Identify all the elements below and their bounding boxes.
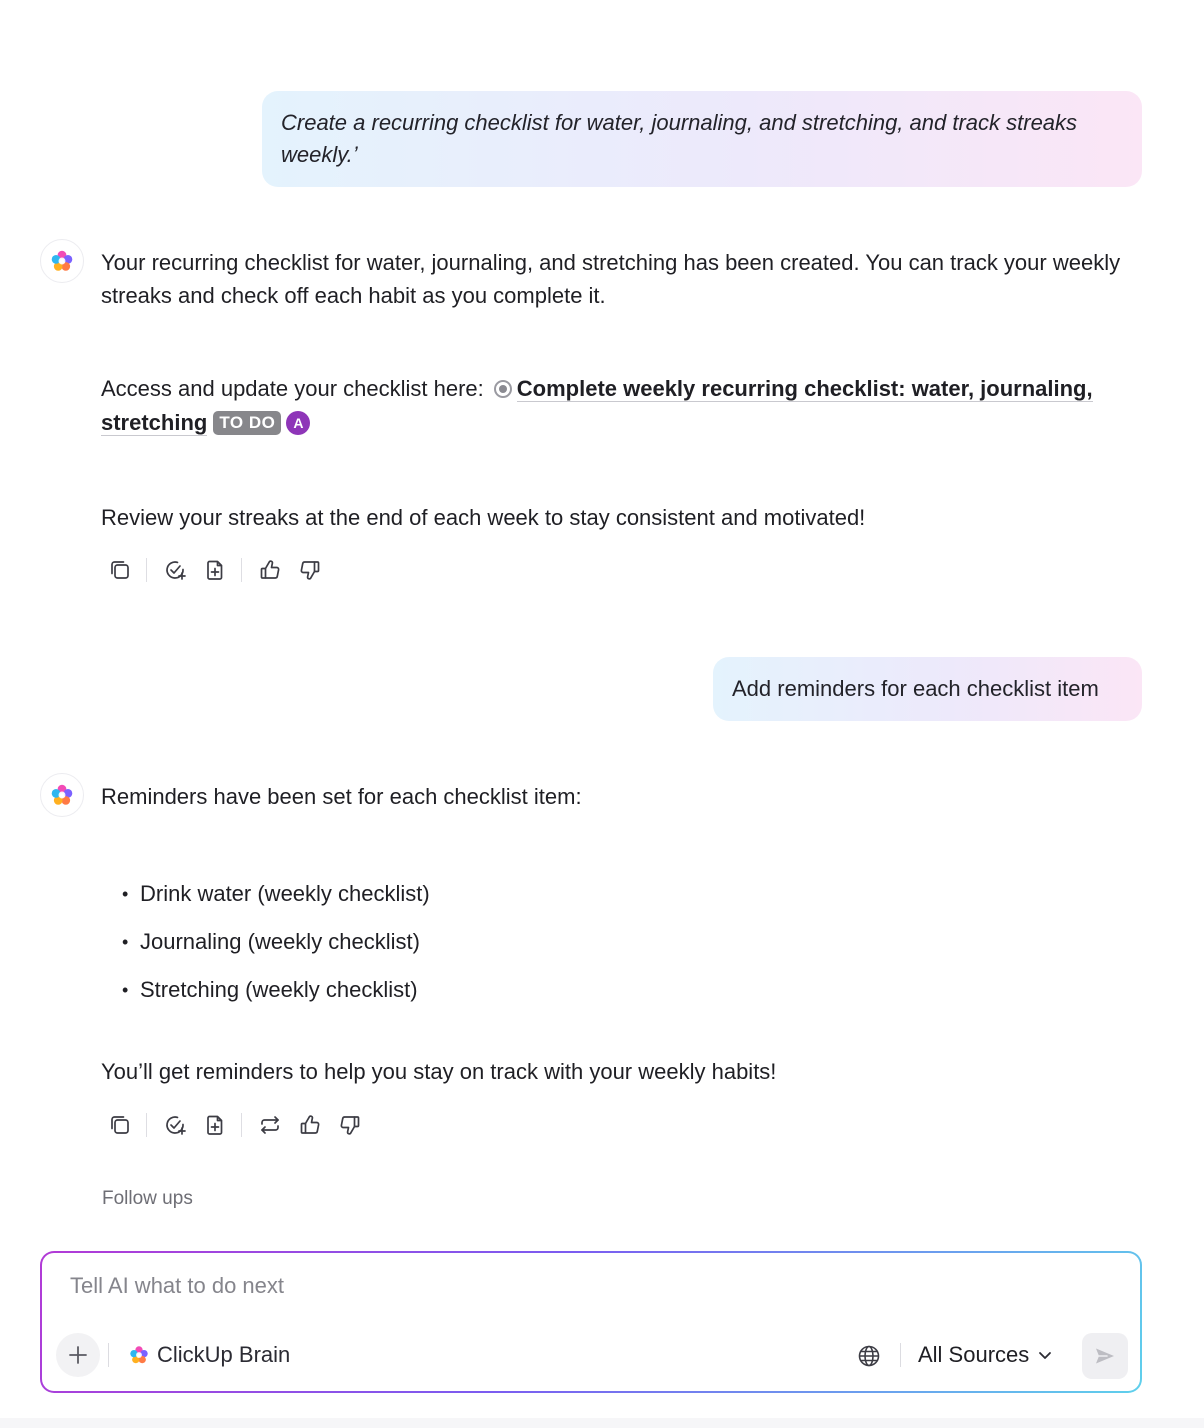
create-task-button[interactable]: [159, 555, 191, 585]
thumbs-up-icon: [298, 1113, 322, 1137]
assignee-avatar[interactable]: A: [286, 411, 311, 435]
task-status-icon: [493, 380, 512, 398]
prompt-input[interactable]: [70, 1273, 770, 1299]
copy-icon: [108, 558, 132, 582]
copy-button[interactable]: [104, 555, 136, 585]
model-label: ClickUp Brain: [157, 1342, 291, 1367]
divider: [146, 1113, 147, 1137]
ai-avatar: [40, 773, 84, 817]
clickup-brain-logo-icon: [49, 248, 75, 274]
ai-message-task-reference: Access and update your checklist here: Co…: [101, 372, 1141, 440]
sources-label: All Sources: [918, 1342, 1030, 1367]
list-item: Drink water (weekly checklist): [122, 870, 430, 918]
sources-dropdown[interactable]: All Sources: [918, 1333, 1053, 1377]
user-message-text: Add reminders for each checklist item: [732, 676, 1099, 701]
thumbs-up-icon: [258, 558, 282, 582]
regenerate-button[interactable]: [254, 1110, 286, 1140]
add-to-doc-button[interactable]: [199, 1110, 231, 1140]
ai-avatar: [40, 239, 84, 283]
user-message: Create a recurring checklist for water, …: [262, 91, 1142, 187]
regenerate-icon: [258, 1113, 282, 1137]
ai-message-intro: Your recurring checklist for water, jour…: [101, 250, 1121, 308]
access-label: Access and update your checklist here:: [101, 376, 484, 401]
add-attachment-button[interactable]: [56, 1333, 100, 1377]
ai-message-closing: Review your streaks at the end of each w…: [101, 505, 866, 530]
message-actions: [104, 1110, 374, 1140]
create-task-icon: [163, 1113, 187, 1137]
list-item: Stretching (weekly checklist): [122, 966, 430, 1014]
add-to-doc-icon: [203, 1113, 227, 1137]
thumbs-up-button[interactable]: [294, 1110, 326, 1140]
plus-icon: [69, 1346, 87, 1364]
divider: [241, 1113, 242, 1137]
bottom-bar: [0, 1418, 1204, 1428]
copy-button[interactable]: [104, 1110, 136, 1140]
model-selector[interactable]: ClickUp Brain: [128, 1333, 290, 1377]
add-to-doc-icon: [203, 558, 227, 582]
ai-composer: ClickUp Brain All Sources: [40, 1251, 1142, 1393]
ai-message-closing: You’ll get reminders to help you stay on…: [101, 1059, 777, 1084]
user-message: Add reminders for each checklist item: [713, 657, 1142, 721]
chevron-down-icon: [1039, 1352, 1052, 1359]
divider: [108, 1343, 109, 1367]
send-button[interactable]: [1082, 1333, 1128, 1379]
divider: [146, 558, 147, 582]
clickup-brain-logo-icon: [128, 1344, 150, 1366]
divider: [900, 1343, 901, 1367]
composer-body: ClickUp Brain All Sources: [42, 1253, 1140, 1391]
thumbs-down-button[interactable]: [334, 1110, 366, 1140]
status-badge[interactable]: TO DO: [213, 411, 282, 435]
thumbs-down-icon: [338, 1113, 362, 1137]
ai-message-intro: Reminders have been set for each checkli…: [101, 784, 582, 809]
thumbs-down-button[interactable]: [294, 555, 326, 585]
reminder-list: Drink water (weekly checklist) Journalin…: [122, 870, 430, 1014]
globe-icon: [858, 1345, 880, 1367]
web-search-button[interactable]: [854, 1341, 884, 1371]
create-task-icon: [163, 558, 187, 582]
thumbs-up-button[interactable]: [254, 555, 286, 585]
add-to-doc-button[interactable]: [199, 555, 231, 585]
message-actions: [104, 555, 334, 585]
send-icon: [1096, 1348, 1114, 1364]
copy-icon: [108, 1113, 132, 1137]
list-item: Journaling (weekly checklist): [122, 918, 430, 966]
create-task-button[interactable]: [159, 1110, 191, 1140]
user-message-text: Create a recurring checklist for water, …: [281, 110, 1078, 167]
follow-ups-label: Follow ups: [102, 1188, 193, 1209]
divider: [241, 558, 242, 582]
clickup-brain-logo-icon: [49, 782, 75, 808]
thumbs-down-icon: [298, 558, 322, 582]
